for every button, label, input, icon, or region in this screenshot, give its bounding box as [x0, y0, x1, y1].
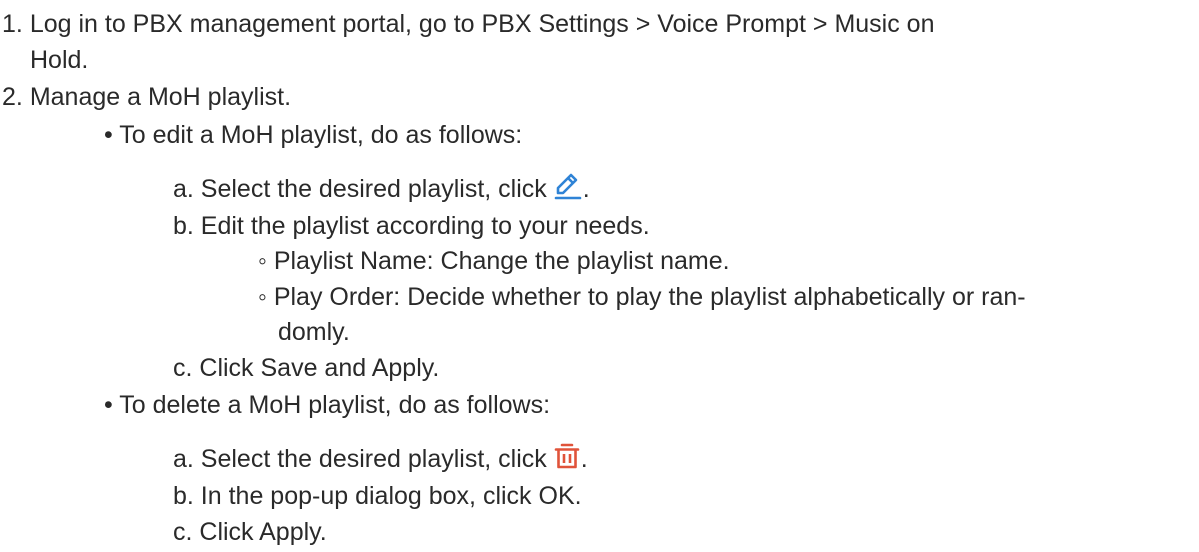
- step-1: 1. Log in to PBX management portal, go t…: [2, 9, 935, 39]
- delete-intro-text: To delete a MoH playlist, do as follows:: [119, 391, 551, 419]
- step-2: 2. Manage a MoH playlist.: [2, 82, 291, 112]
- delete-step-a-suffix: .: [580, 445, 588, 473]
- delete-step-a-text: a. Select the desired playlist, click: [173, 445, 547, 473]
- delete-playlist-bullet: • To delete a MoH playlist, do as follow…: [104, 390, 550, 420]
- edit-intro-text: To edit a MoH playlist, do as follows:: [119, 121, 523, 149]
- edit-step-c: c. Click Save and Apply.: [173, 354, 440, 382]
- edit-sub-item-playlist-name: ◦ Playlist Name: Change the playlist nam…: [258, 246, 730, 276]
- delete-step-a: a. Select the desired playlist, click .: [173, 442, 588, 474]
- step-1-number: 1.: [2, 10, 23, 38]
- edit-step-a-suffix: .: [582, 175, 590, 203]
- step-2-number: 2.: [2, 83, 23, 111]
- edit-playlist-bullet: • To edit a MoH playlist, do as follows:: [104, 120, 522, 150]
- edit-sub-item-continuation: domly.: [278, 318, 350, 346]
- bullet-marker: •: [104, 391, 113, 419]
- edit-pencil-icon: [553, 172, 583, 200]
- delete-step-c: c. Click Apply.: [173, 518, 327, 546]
- edit-step-a-text: a. Select the desired playlist, click: [173, 175, 547, 203]
- sub-bullet-marker: ◦: [258, 247, 267, 275]
- trash-icon: [553, 442, 581, 470]
- edit-sub-item-text: Play Order: Decide whether to play the p…: [273, 283, 1026, 311]
- edit-step-a: a. Select the desired playlist, click .: [173, 172, 590, 204]
- edit-sub-item-text: Playlist Name: Change the playlist name.: [273, 247, 730, 275]
- bullet-marker: •: [104, 121, 113, 149]
- instructions-page: 1. Log in to PBX management portal, go t…: [0, 0, 1199, 552]
- sub-bullet-marker: ◦: [258, 283, 267, 311]
- delete-step-b: b. In the pop-up dialog box, click OK.: [173, 482, 582, 510]
- step-2-text: Manage a MoH playlist.: [29, 83, 292, 111]
- step-1-continuation: Hold.: [30, 46, 89, 74]
- edit-sub-item-play-order: ◦ Play Order: Decide whether to play the…: [258, 282, 1026, 312]
- step-1-text: Log in to PBX management portal, go to P…: [29, 10, 935, 38]
- edit-step-b: b. Edit the playlist according to your n…: [173, 212, 650, 240]
